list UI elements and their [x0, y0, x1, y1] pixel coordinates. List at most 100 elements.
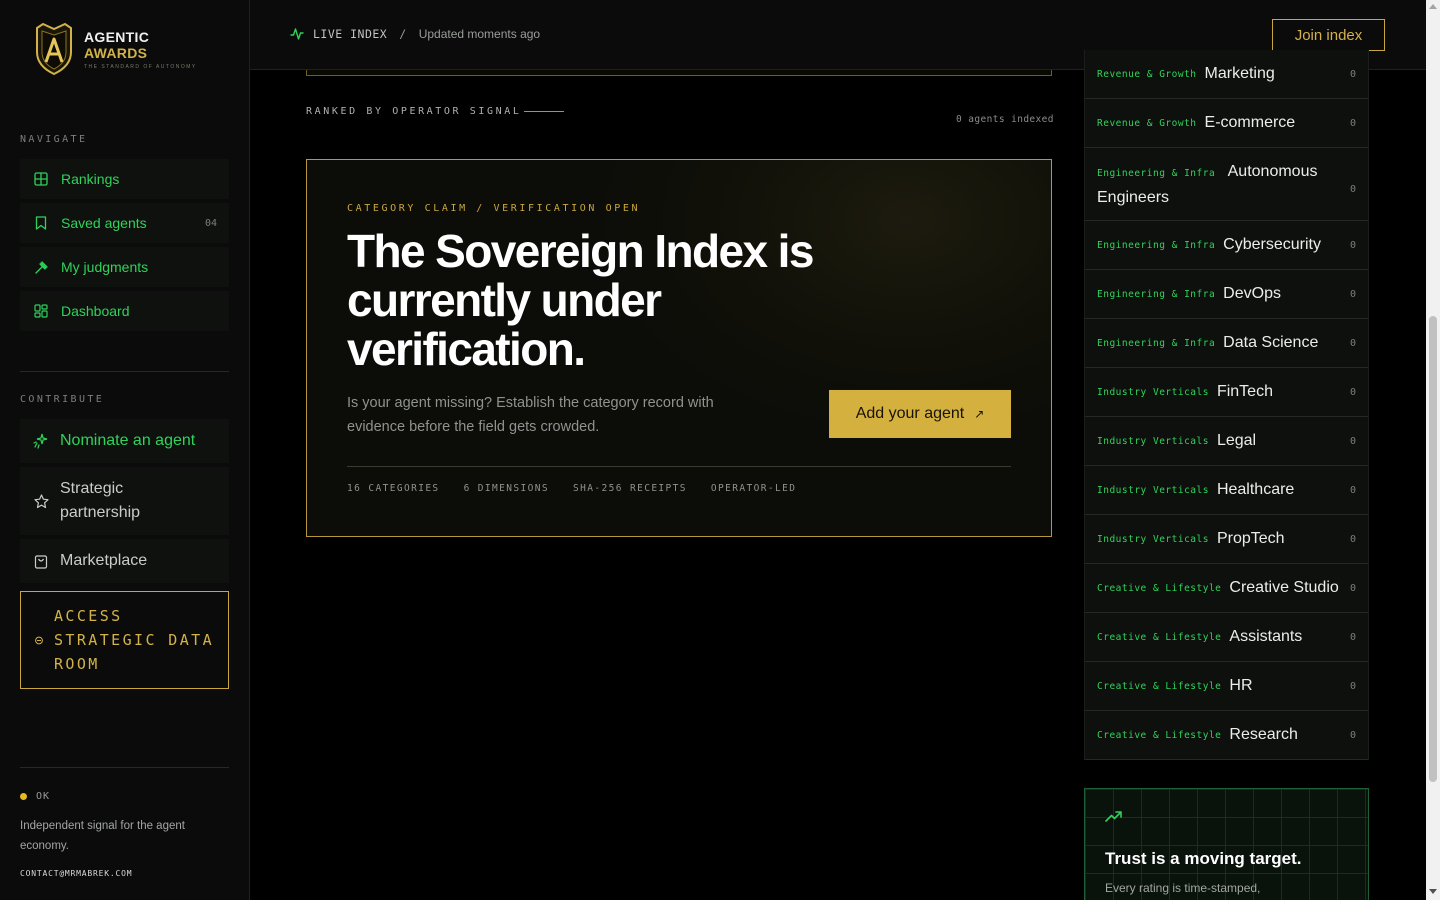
scroll-up-arrow-icon[interactable]: [1429, 4, 1437, 9]
category-name: HR: [1229, 677, 1253, 694]
brand-line2: AWARDS: [84, 44, 148, 61]
star-icon: [33, 493, 49, 509]
activity-icon: [290, 28, 304, 40]
previous-card-edge: [306, 70, 1052, 76]
hero-subtitle: Is your agent missing? Establish the cat…: [347, 395, 714, 435]
category-count: 0: [1349, 184, 1356, 195]
category-item-cybersecurity[interactable]: Engineering & Infra Cybersecurity 0: [1084, 221, 1369, 270]
category-item-marketing[interactable]: Revenue & Growth Marketing 0: [1084, 50, 1369, 99]
category-group: Industry Verticals: [1097, 533, 1209, 545]
sidebar-divider: [20, 371, 229, 372]
status-dot: [20, 793, 27, 800]
join-index-button[interactable]: Join index: [1272, 19, 1385, 51]
hero-divider: [347, 466, 1011, 467]
status-text: OK: [36, 791, 51, 802]
category-group: Creative & Lifestyle: [1097, 680, 1222, 692]
gavel-icon: [33, 259, 49, 275]
strategic-partnership-button[interactable]: Strategic partnership: [20, 467, 229, 535]
lock-icon: [35, 636, 43, 645]
category-item-devops[interactable]: Engineering & Infra DevOps 0: [1084, 270, 1369, 319]
add-agent-button[interactable]: Add your agent ↗: [829, 390, 1011, 438]
hero-tags: 16 CATEGORIES 6 DIMENSIONS SHA-256 RECEI…: [347, 483, 820, 494]
category-name: Research: [1229, 726, 1298, 743]
page-scrollbar[interactable]: [1426, 0, 1440, 900]
category-group: Creative & Lifestyle: [1097, 729, 1222, 741]
nav-dashboard[interactable]: Dashboard: [20, 291, 229, 331]
hero-tag: 16 CATEGORIES: [347, 483, 440, 494]
contribute-label: CONTRIBUTE: [20, 394, 105, 405]
grid-icon: [33, 171, 49, 187]
nav-saved-agents[interactable]: Saved agents 04: [20, 203, 229, 243]
category-item-healthcare[interactable]: Industry Verticals Healthcare 0: [1084, 466, 1369, 515]
data-room-label: ACCESS STRATEGIC DATA ROOM: [54, 607, 215, 673]
category-count: 0: [1349, 582, 1356, 594]
category-name: Marketing: [1204, 65, 1275, 82]
nav-my-judgments-label: My judgments: [61, 259, 149, 275]
category-item-ecommerce[interactable]: Revenue & Growth E-commerce 0: [1084, 99, 1369, 148]
nav-my-judgments[interactable]: My judgments: [20, 247, 229, 287]
trust-card: Trust is a moving target. Every rating i…: [1084, 788, 1369, 900]
ranked-underline: [523, 111, 564, 112]
data-room-button[interactable]: ACCESS STRATEGIC DATA ROOM: [20, 591, 229, 689]
sidebar-description: Independent signal for the agent economy…: [20, 820, 185, 852]
shopping-bag-icon: [33, 553, 49, 569]
category-name: PropTech: [1216, 530, 1285, 547]
shield-a-icon: [36, 22, 72, 76]
category-count: 0: [1349, 68, 1356, 80]
scroll-down-arrow-icon[interactable]: [1429, 889, 1437, 894]
category-list: Revenue & Growth Marketing 0 Revenue & G…: [1084, 50, 1369, 760]
category-count: 0: [1349, 484, 1356, 496]
category-item-assistants[interactable]: Creative & Lifestyle Assistants 0: [1084, 613, 1369, 662]
category-item-research[interactable]: Creative & Lifestyle Research 0: [1084, 711, 1369, 760]
category-count: 0: [1349, 729, 1356, 741]
bookmark-icon: [33, 215, 49, 231]
category-name: Legal: [1216, 432, 1257, 449]
marketplace-button[interactable]: Marketplace: [20, 539, 229, 583]
category-item-creative-studio[interactable]: Creative & Lifestyle Creative Studio 0: [1084, 564, 1369, 613]
nav-rankings-label: Rankings: [61, 171, 120, 187]
verification-hero-card: CATEGORY CLAIM / VERIFICATION OPEN The S…: [306, 159, 1052, 537]
strategic-partnership-label: Strategic partnership: [60, 480, 141, 521]
category-item-legal[interactable]: Industry Verticals Legal 0: [1084, 417, 1369, 466]
category-group: Engineering & Infra: [1097, 168, 1216, 179]
category-count: 0: [1349, 117, 1356, 129]
category-name: Data Science: [1223, 334, 1319, 351]
category-count: 0: [1349, 337, 1356, 349]
brand[interactable]: AGENTIC AWARDS THE STANDARD OF AUTONOMY: [33, 22, 197, 76]
category-group: Creative & Lifestyle: [1097, 582, 1222, 594]
sparkle-icon: [33, 433, 49, 449]
live-index-label: LIVE INDEX: [313, 27, 388, 41]
nav-saved-agents-label: Saved agents: [61, 215, 147, 231]
marketplace-label: Marketplace: [60, 552, 148, 569]
category-item-autonomous-engineers[interactable]: Engineering & Infra Autonomous Engineers…: [1084, 148, 1369, 221]
brand-tagline: THE STANDARD OF AUTONOMY: [84, 63, 197, 70]
category-group: Engineering & Infra: [1097, 337, 1216, 349]
category-name: Cybersecurity: [1223, 236, 1321, 253]
category-name: Healthcare: [1216, 481, 1295, 498]
trending-up-icon: [1105, 811, 1122, 822]
category-count: 0: [1349, 386, 1356, 398]
category-item-fintech[interactable]: Industry Verticals FinTech 0: [1084, 368, 1369, 417]
nominate-agent-button[interactable]: Nominate an agent: [20, 419, 229, 463]
scrollbar-thumb[interactable]: [1429, 316, 1437, 782]
contact-email-link[interactable]: CONTACT@MRMABREK.COM: [20, 869, 132, 878]
category-group: Industry Verticals: [1097, 386, 1209, 398]
arrow-up-right-icon: ↗: [974, 407, 985, 421]
category-item-proptech[interactable]: Industry Verticals PropTech 0: [1084, 515, 1369, 564]
category-count: 0: [1349, 631, 1356, 643]
category-count: 0: [1349, 533, 1356, 545]
category-count: 0: [1349, 288, 1356, 300]
category-name: FinTech: [1216, 383, 1273, 400]
saved-agents-count: 04: [204, 217, 217, 229]
navigate-label: NAVIGATE: [20, 134, 88, 145]
category-count: 0: [1349, 680, 1356, 692]
category-item-data-science[interactable]: Engineering & Infra Data Science 0: [1084, 319, 1369, 368]
category-group: Industry Verticals: [1097, 435, 1209, 447]
live-index-status: LIVE INDEX / Updated moments ago: [290, 27, 540, 41]
hero-tag: 6 DIMENSIONS: [463, 483, 549, 494]
category-item-hr[interactable]: Creative & Lifestyle HR 0: [1084, 662, 1369, 711]
nav-rankings[interactable]: Rankings: [20, 159, 229, 199]
brand-line1: AGENTIC: [84, 28, 150, 45]
nominate-agent-label: Nominate an agent: [60, 432, 196, 449]
category-count: 0: [1349, 435, 1356, 447]
